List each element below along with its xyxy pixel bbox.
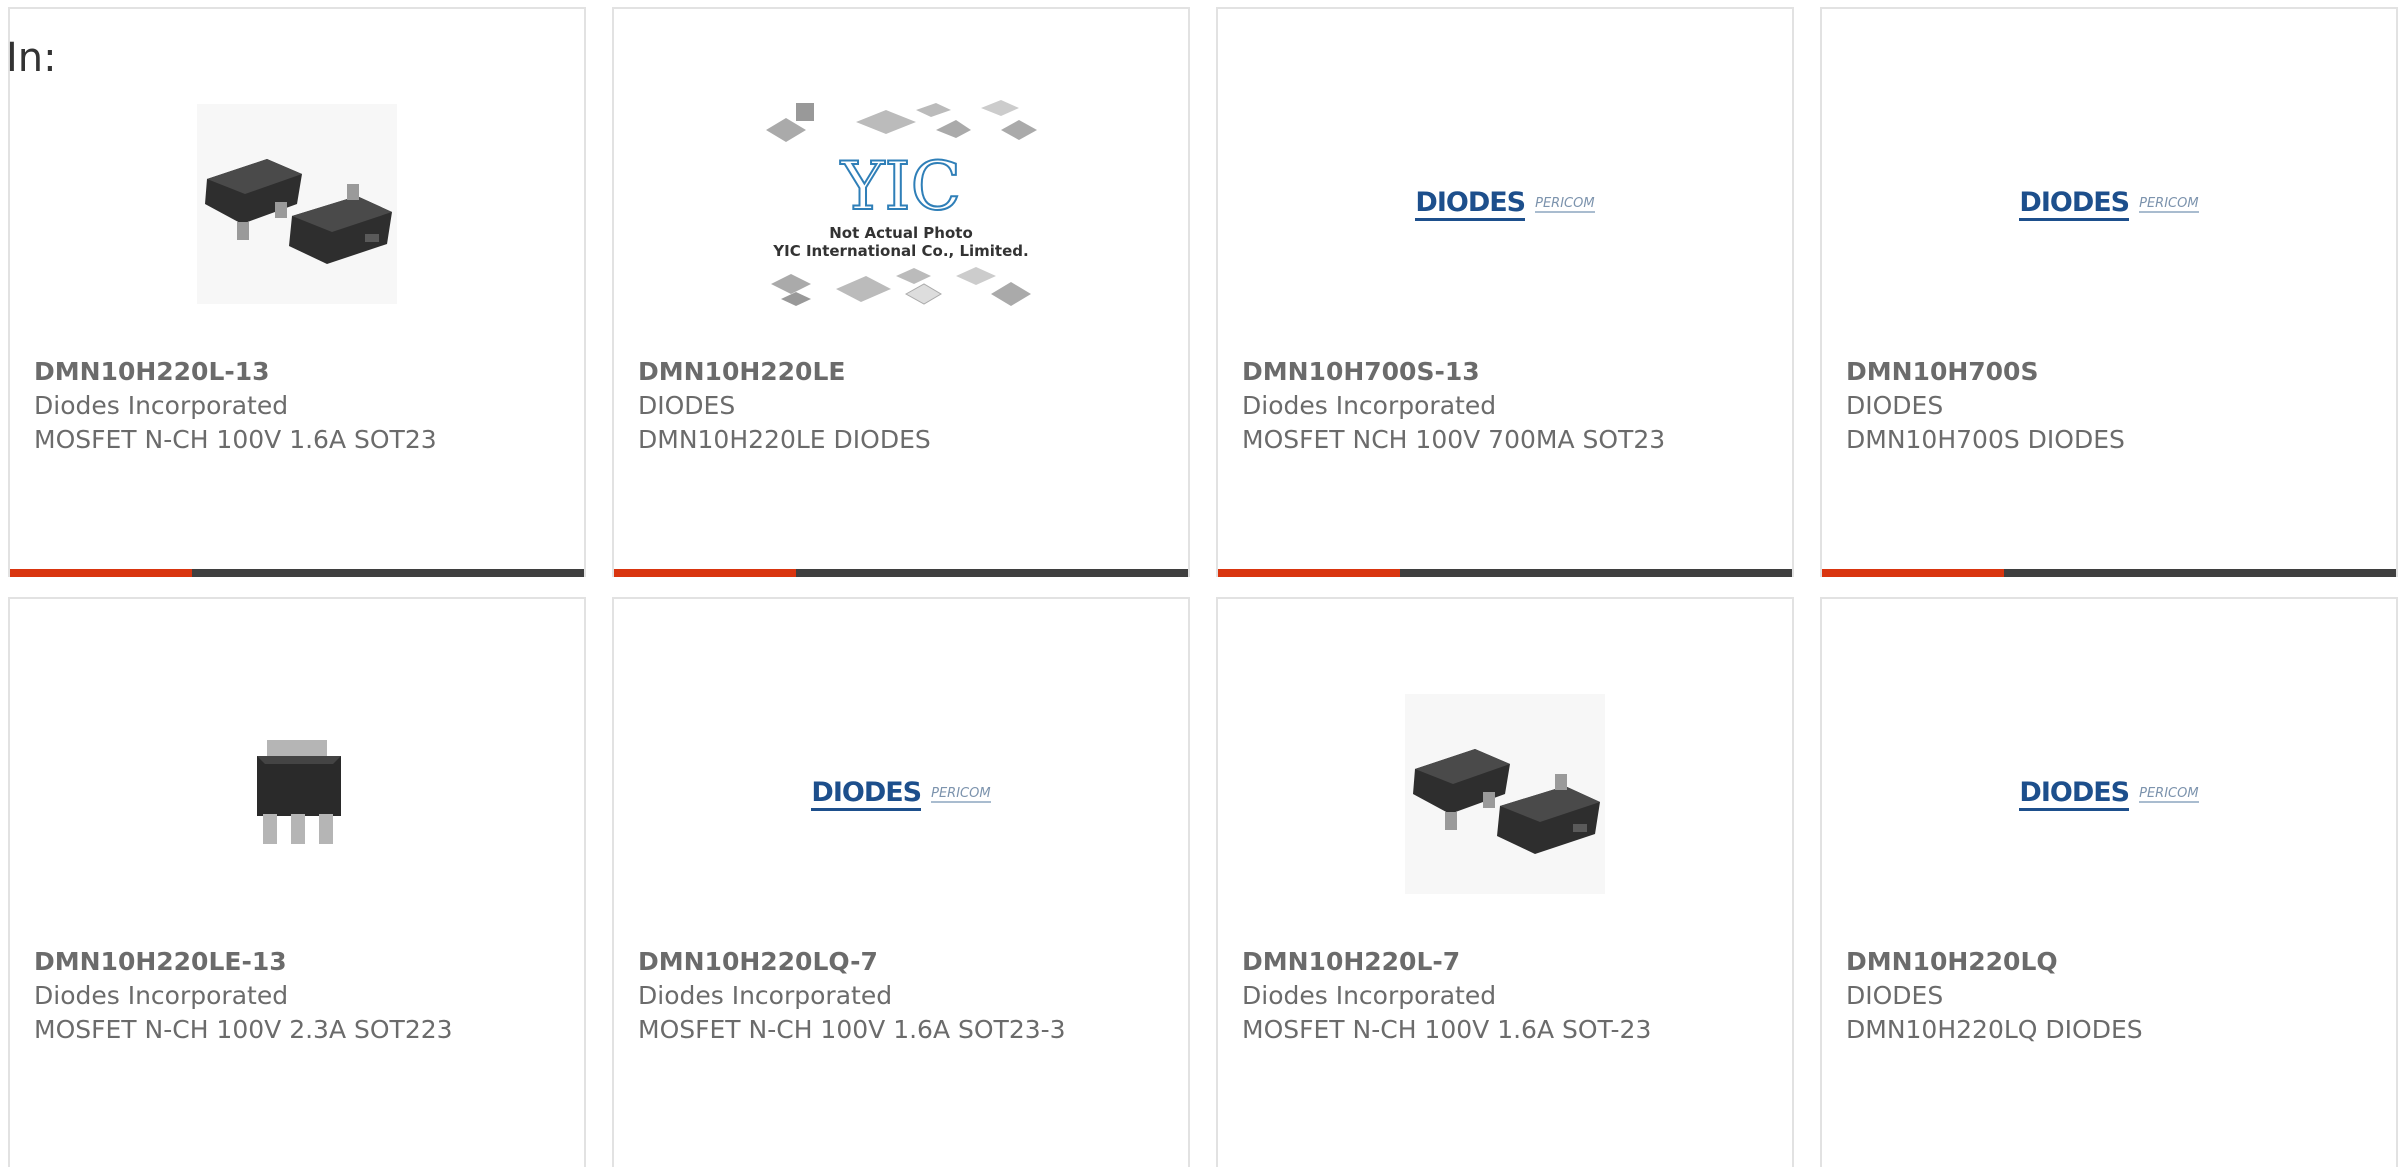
- description: DMN10H700S DIODES: [1846, 425, 2125, 454]
- part-number[interactable]: DMN10H220L-13: [34, 355, 464, 389]
- product-info: DMN10H220L-13 Diodes Incorporated MOSFET…: [34, 355, 464, 457]
- manufacturer: Diodes Incorporated: [638, 981, 893, 1010]
- product-image[interactable]: DIODES PERICOM: [1822, 59, 2396, 349]
- product-info: DMN10H700S DIODES DMN10H700S DIODES: [1846, 355, 2276, 457]
- description: DMN10H220LQ DIODES: [1846, 1015, 2143, 1044]
- manufacturer: Diodes Incorporated: [34, 981, 289, 1010]
- sot23-package-icon: [1405, 694, 1605, 894]
- product-card[interactable]: DMN10H220L-13 Diodes Incorporated MOSFET…: [8, 7, 586, 577]
- card-bottom-bar: [614, 569, 1188, 577]
- chip-packages-icon: [766, 99, 1037, 142]
- product-card[interactable]: DMN10H220L-7 Diodes Incorporated MOSFET …: [1216, 597, 1794, 1167]
- description: DMN10H220LE DIODES: [638, 425, 931, 454]
- diodes-logo-text: DIODES: [2019, 187, 2130, 221]
- sot223-package-icon: [257, 740, 341, 844]
- part-number[interactable]: DMN10H700S: [1846, 355, 2276, 389]
- pericom-logo-text: PERICOM: [2139, 195, 2199, 213]
- manufacturer: DIODES: [638, 391, 736, 420]
- part-number[interactable]: DMN10H220LE: [638, 355, 1068, 389]
- diodes-logo-text: DIODES: [2019, 777, 2130, 811]
- product-card[interactable]: DIODES PERICOM DMN10H700S-13 Diodes Inco…: [1216, 7, 1794, 577]
- yic-logo: YIC: [840, 147, 962, 225]
- part-number[interactable]: DMN10H700S-13: [1242, 355, 1672, 389]
- product-grid: DMN10H220L-13 Diodes Incorporated MOSFET…: [0, 0, 2400, 1167]
- pericom-logo-text: PERICOM: [1535, 195, 1595, 213]
- product-card[interactable]: DMN10H220LE-13 Diodes Incorporated MOSFE…: [8, 597, 586, 1167]
- yic-caption: Not Actual Photo YIC International Co., …: [773, 224, 1028, 260]
- product-info: DMN10H220L-7 Diodes Incorporated MOSFET …: [1242, 945, 1672, 1047]
- card-accent: [10, 569, 192, 577]
- product-image[interactable]: DIODES PERICOM: [1822, 649, 2396, 939]
- part-number[interactable]: DMN10H220LQ-7: [638, 945, 1068, 979]
- product-image[interactable]: [1218, 649, 1792, 939]
- product-image[interactable]: DIODES PERICOM: [1218, 59, 1792, 349]
- description: MOSFET NCH 100V 700MA SOT23: [1242, 425, 1666, 454]
- card-bottom-bar: [1822, 569, 2396, 577]
- diodes-pericom-logo: DIODES PERICOM: [811, 777, 991, 811]
- product-card[interactable]: YIC Not Actual Photo YIC International C…: [612, 7, 1190, 577]
- product-image[interactable]: DIODES PERICOM: [614, 649, 1188, 939]
- diodes-logo-text: DIODES: [1415, 187, 1526, 221]
- product-info: DMN10H220LQ-7 Diodes Incorporated MOSFET…: [638, 945, 1068, 1047]
- diodes-logo-text: DIODES: [811, 777, 922, 811]
- product-image[interactable]: [10, 649, 584, 939]
- product-info: DMN10H220LE-13 Diodes Incorporated MOSFE…: [34, 945, 464, 1047]
- description: MOSFET N-CH 100V 1.6A SOT23: [34, 425, 437, 454]
- product-info: DMN10H700S-13 Diodes Incorporated MOSFET…: [1242, 355, 1672, 457]
- product-card[interactable]: DIODES PERICOM DMN10H220LQ-7 Diodes Inco…: [612, 597, 1190, 1167]
- product-card[interactable]: DIODES PERICOM DMN10H220LQ DIODES DMN10H…: [1820, 597, 2398, 1167]
- manufacturer: Diodes Incorporated: [1242, 391, 1497, 420]
- part-number[interactable]: DMN10H220L-7: [1242, 945, 1672, 979]
- product-image[interactable]: [10, 59, 584, 349]
- part-number[interactable]: DMN10H220LE-13: [34, 945, 464, 979]
- manufacturer: Diodes Incorporated: [1242, 981, 1497, 1010]
- product-info: DMN10H220LQ DIODES DMN10H220LQ DIODES: [1846, 945, 2276, 1047]
- manufacturer: DIODES: [1846, 391, 1944, 420]
- part-number[interactable]: DMN10H220LQ: [1846, 945, 2276, 979]
- diodes-pericom-logo: DIODES PERICOM: [1415, 187, 1595, 221]
- card-accent: [1218, 569, 1400, 577]
- chip-packages-icon: [771, 266, 1031, 306]
- description: MOSFET N-CH 100V 1.6A SOT-23: [1242, 1015, 1652, 1044]
- product-card[interactable]: DIODES PERICOM DMN10H700S DIODES DMN10H7…: [1820, 7, 2398, 577]
- description: MOSFET N-CH 100V 1.6A SOT23-3: [638, 1015, 1066, 1044]
- diodes-pericom-logo: DIODES PERICOM: [2019, 777, 2199, 811]
- description: MOSFET N-CH 100V 2.3A SOT223: [34, 1015, 453, 1044]
- card-accent: [614, 569, 796, 577]
- yic-caption-company: YIC International Co., Limited.: [773, 241, 1029, 260]
- card-accent: [1822, 569, 2004, 577]
- manufacturer: DIODES: [1846, 981, 1944, 1010]
- manufacturer: Diodes Incorporated: [34, 391, 289, 420]
- pericom-logo-text: PERICOM: [931, 785, 991, 803]
- product-image[interactable]: YIC Not Actual Photo YIC International C…: [614, 59, 1188, 349]
- diodes-pericom-logo: DIODES PERICOM: [2019, 187, 2199, 221]
- card-bottom-bar: [1218, 569, 1792, 577]
- yic-caption-line: Not Actual Photo: [829, 223, 973, 242]
- sot23-package-icon: [197, 104, 397, 304]
- yic-not-actual-photo: YIC Not Actual Photo YIC International C…: [761, 99, 1041, 309]
- card-bottom-bar: [10, 569, 584, 577]
- pericom-logo-text: PERICOM: [2139, 785, 2199, 803]
- page-label: In:: [6, 35, 57, 81]
- product-info: DMN10H220LE DIODES DMN10H220LE DIODES: [638, 355, 1068, 457]
